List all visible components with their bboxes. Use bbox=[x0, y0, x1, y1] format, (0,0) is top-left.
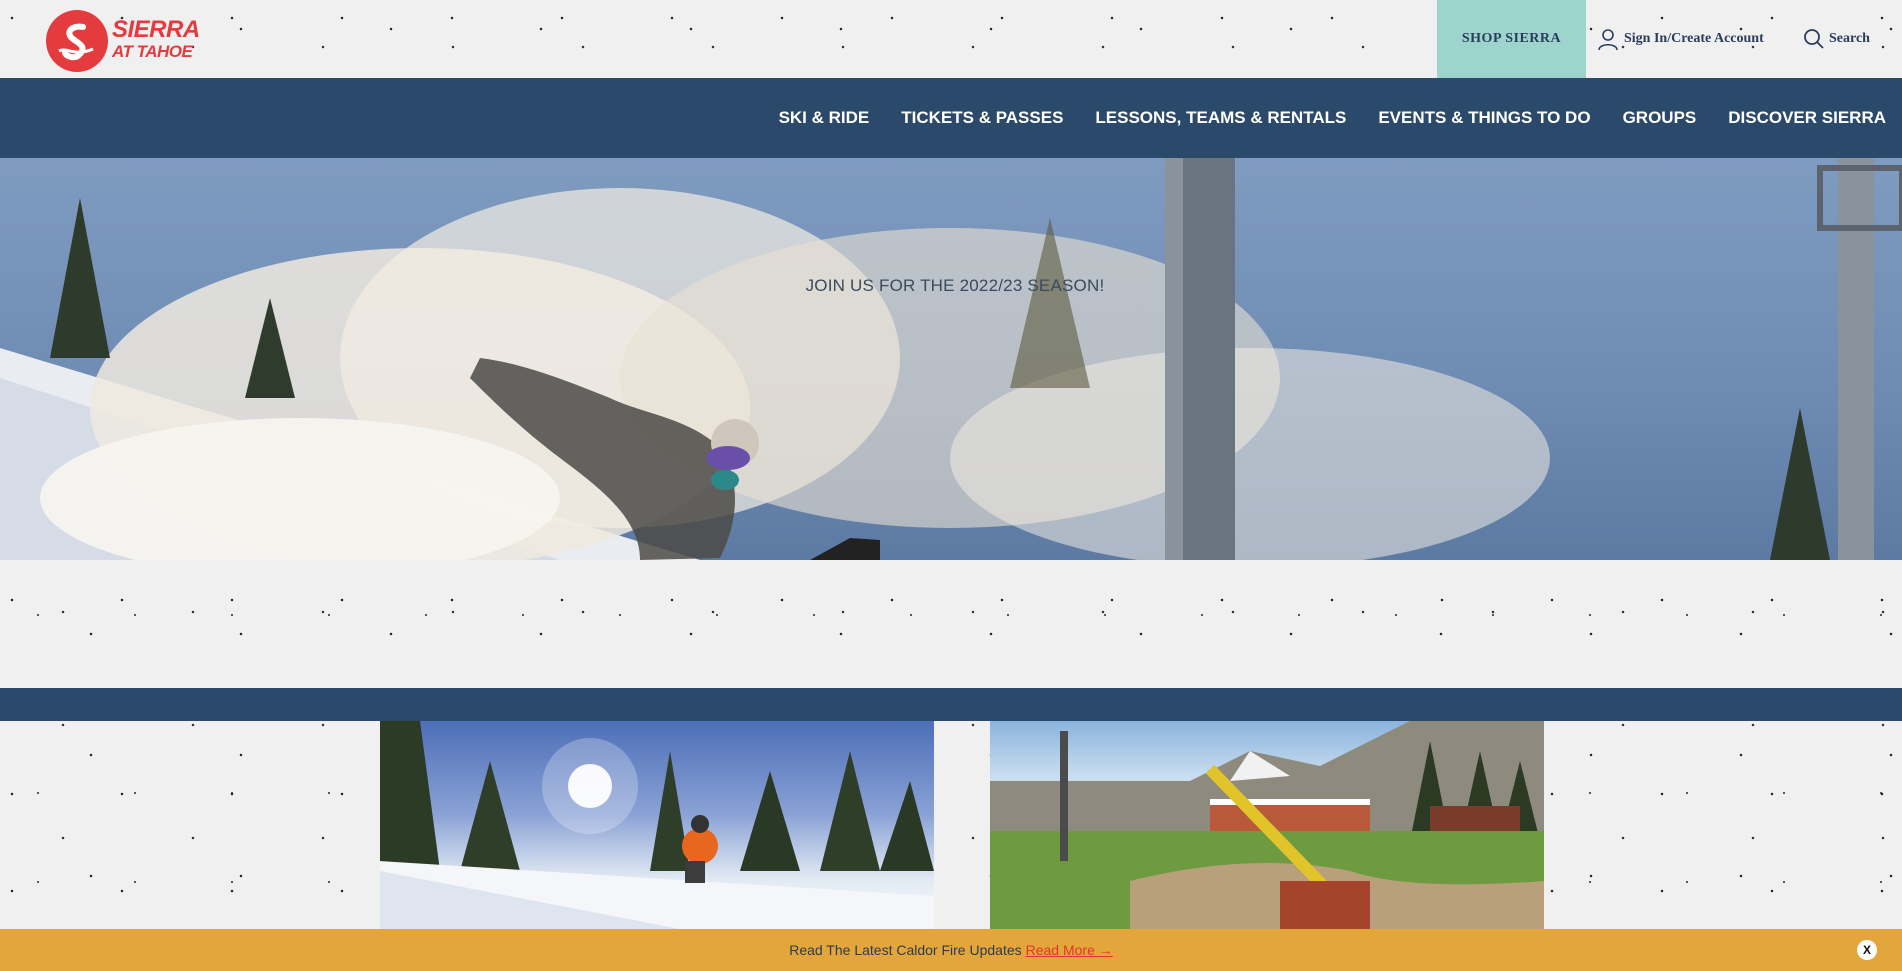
user-icon bbox=[1598, 29, 1618, 51]
section-band bbox=[0, 688, 1902, 721]
skier-photo bbox=[380, 721, 934, 929]
shop-sierra-label: SHOP SIERRA bbox=[1461, 31, 1562, 46]
logo-icon bbox=[46, 10, 108, 72]
nav-item-lessons-teams-rentals[interactable]: LESSONS, TEAMS & RENTALS bbox=[1095, 108, 1346, 128]
search-icon bbox=[1804, 29, 1824, 49]
site-logo[interactable]: SIERRA AT TAHOE bbox=[46, 10, 200, 72]
search-button[interactable]: Search bbox=[1803, 0, 1870, 78]
logo-wordmark-at-tahoe: AT TAHOE bbox=[112, 42, 193, 61]
lodge-photo bbox=[990, 721, 1544, 929]
alert-text: Read The Latest Caldor Fire Updates bbox=[789, 942, 1022, 958]
top-bar: SIERRA AT TAHOE SHOP SIERRA Sign In/Crea… bbox=[0, 0, 1902, 78]
hero-photo bbox=[0, 158, 1902, 560]
sign-in-label: Sign In/Create Account bbox=[1624, 31, 1764, 46]
feature-card-lodge-image[interactable] bbox=[990, 721, 1544, 929]
alert-close-label: X bbox=[1862, 943, 1871, 957]
main-nav: SKI & RIDE TICKETS & PASSES LESSONS, TEA… bbox=[0, 78, 1902, 158]
sign-in-link[interactable]: Sign In/Create Account bbox=[1596, 0, 1764, 78]
search-label: Search bbox=[1829, 31, 1870, 46]
alert-read-more-link[interactable]: Read More → bbox=[1026, 942, 1113, 958]
close-icon[interactable]: X bbox=[1857, 940, 1877, 960]
feature-card-skier-image[interactable] bbox=[380, 721, 934, 929]
nav-item-events-things-to-do[interactable]: EVENTS & THINGS TO DO bbox=[1378, 108, 1590, 128]
hero-headline: JOIN US FOR THE 2022/23 SEASON! bbox=[805, 276, 1105, 295]
nav-item-tickets-passes[interactable]: TICKETS & PASSES bbox=[901, 108, 1063, 128]
nav-item-groups[interactable]: GROUPS bbox=[1623, 108, 1697, 128]
alert-bar: Read The Latest Caldor Fire Updates Read… bbox=[0, 929, 1902, 971]
nav-item-discover-sierra[interactable]: DISCOVER SIERRA bbox=[1728, 108, 1886, 128]
logo-wordmark-sierra: SIERRA bbox=[112, 16, 200, 43]
nav-item-ski-ride[interactable]: SKI & RIDE bbox=[779, 108, 870, 128]
hero-banner: JOIN US FOR THE 2022/23 SEASON! bbox=[0, 158, 1902, 560]
shop-sierra-button[interactable]: SHOP SIERRA bbox=[1437, 0, 1586, 78]
